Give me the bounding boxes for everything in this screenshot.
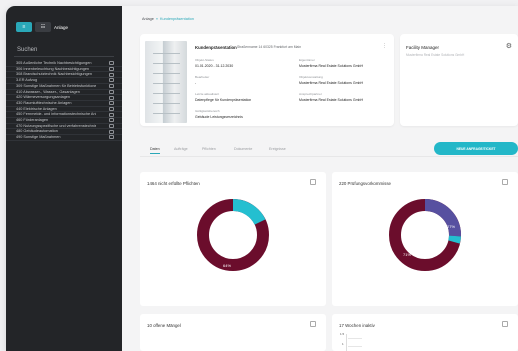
expand-icon[interactable]	[310, 179, 316, 185]
field-value: Musterfirma Real Estate Solutions GmbH	[299, 98, 363, 102]
inspections-slice-2	[448, 235, 461, 244]
building-image	[145, 41, 187, 123]
duties-chart-card: 1464 nicht erfüllte Pflichten 33% 64%	[140, 172, 326, 306]
field-label: Gültigkeitsbereich	[195, 109, 220, 113]
window-row	[153, 63, 180, 64]
axis-label: 1.5	[340, 332, 345, 336]
sidebar-item[interactable]: 490 Sonstige Maßnahmen	[6, 135, 122, 141]
building-icon	[109, 89, 114, 94]
expand-icon[interactable]	[310, 321, 316, 327]
breadcrumb: Anlage» Kundenpräsentation	[142, 17, 194, 21]
expand-icon[interactable]	[502, 179, 508, 185]
field-value: Gebäude Leistungsverzeichnis	[195, 115, 243, 119]
field-value: Musterfirma Real Estate Solutions GmbH	[299, 64, 363, 68]
building-icon	[109, 95, 114, 100]
tab-ereignisse[interactable]: Ereignisse	[269, 147, 286, 151]
expand-icon[interactable]	[502, 321, 508, 327]
window-row	[153, 53, 180, 54]
search-input[interactable]: Suchen	[17, 47, 37, 53]
list-view-icon[interactable]: ☷	[35, 22, 51, 32]
chart-axis	[346, 334, 347, 351]
field-label: Objektverwaltung	[299, 75, 323, 79]
building-icon	[109, 124, 114, 129]
chart-title: 1464 nicht erfüllte Pflichten	[147, 181, 200, 186]
facility-manager-title: Facility Manager	[406, 45, 440, 50]
inspections-chart-card: 220 Prüfungsvorkommisse 71% 27%	[332, 172, 518, 306]
app-window: ≡ ☷ Anlage Suchen 305 Außenliche Technik…	[6, 6, 518, 351]
building-icon	[109, 101, 114, 106]
window-row	[153, 113, 180, 114]
sidebar-list: 305 Außenliche Technik Nachbesichtigunge…	[6, 61, 122, 141]
field-label: Ansprechpartner	[299, 92, 322, 96]
inspections-left-label: 71%	[403, 252, 411, 257]
building-icon	[109, 72, 114, 77]
gear-icon[interactable]: ⚙	[506, 42, 512, 50]
window-row	[153, 73, 180, 74]
tab-daten[interactable]: Daten	[150, 147, 160, 154]
duties-center-label: 64%	[223, 263, 231, 268]
building-icon	[109, 129, 114, 134]
building-icon	[109, 112, 114, 117]
field-label: Objekt-Status	[195, 58, 214, 62]
building-icon	[109, 84, 114, 89]
sidebar-toolbar: ≡ ☷	[16, 22, 51, 32]
main-content: Anlage» Kundenpräsentation Kundenpräsenta…	[122, 6, 518, 351]
object-title: Kundenpräsentation	[195, 45, 237, 50]
building-icon	[109, 78, 114, 83]
building-icon	[109, 106, 114, 111]
grid-line	[348, 338, 362, 339]
building-icon	[109, 135, 114, 140]
breadcrumb-home[interactable]: Anlage	[142, 17, 154, 21]
inspections-donut-chart: 71% 27%	[389, 199, 461, 271]
duties-top-label: 33%	[235, 215, 243, 220]
breadcrumb-current[interactable]: Kundenpräsentation	[160, 17, 194, 21]
menu-icon[interactable]: ≡	[16, 22, 32, 32]
object-address: Straßenname 14 60325 Frankfurt am Main	[237, 45, 302, 49]
weeks-card: 17 Wochen inaktiv 1.5 1	[332, 314, 518, 351]
sidebar-title: Anlage	[54, 25, 69, 30]
field-value: Datenpflege für Kundenpräsentation	[195, 98, 252, 102]
building-icon	[109, 67, 114, 72]
chart-title: 17 Wochen inaktiv	[339, 323, 375, 328]
defects-card: 10 offene Mängel	[140, 314, 326, 351]
chart-title: 10 offene Mängel	[147, 323, 181, 328]
field-label: Letzte aktualisiert	[195, 92, 220, 96]
object-summary-card: Kundenpräsentation Straßenname 14 60325 …	[140, 34, 394, 126]
more-icon[interactable]: ⋮	[382, 43, 387, 49]
field-label: Eigentümer	[299, 58, 315, 62]
duties-donut-chart: 33% 64%	[197, 199, 269, 271]
tab-pflichten[interactable]: Pflichten	[202, 147, 216, 151]
sidebar: ≡ ☷ Anlage Suchen 305 Außenliche Technik…	[6, 6, 122, 351]
new-request-ticket-button[interactable]: NEUE ANFRAGE/TICKET	[434, 142, 518, 155]
window-row	[153, 93, 180, 94]
field-value: -	[195, 81, 197, 85]
chart-title: 220 Prüfungsvorkommisse	[339, 181, 391, 186]
breadcrumb-separator: »	[155, 17, 158, 21]
tab-auftraege[interactable]: Aufträge	[174, 147, 188, 151]
facility-manager-card: Facility Manager Musterfirma Real Estate…	[400, 34, 518, 126]
sidebar-divider	[14, 56, 114, 57]
facility-manager-subtitle: Musterfirma Real Estate Solutions GmbH	[406, 53, 465, 57]
field-value: Musterfirma Real Estate Solutions GmbH	[299, 81, 363, 85]
field-value: 01.01.2020 - 31.12.2030	[195, 64, 234, 68]
tab-dokumente[interactable]: Dokumente	[234, 147, 252, 151]
field-label: Bearbeiter	[195, 75, 210, 79]
axis-label: 1	[342, 342, 344, 346]
building-icon	[109, 61, 114, 66]
building-icon	[109, 118, 114, 123]
window-row	[153, 83, 180, 84]
inspections-slice-27	[424, 199, 461, 237]
inspections-right-label: 27%	[447, 224, 455, 229]
window-row	[153, 103, 180, 104]
grid-line	[348, 346, 362, 347]
